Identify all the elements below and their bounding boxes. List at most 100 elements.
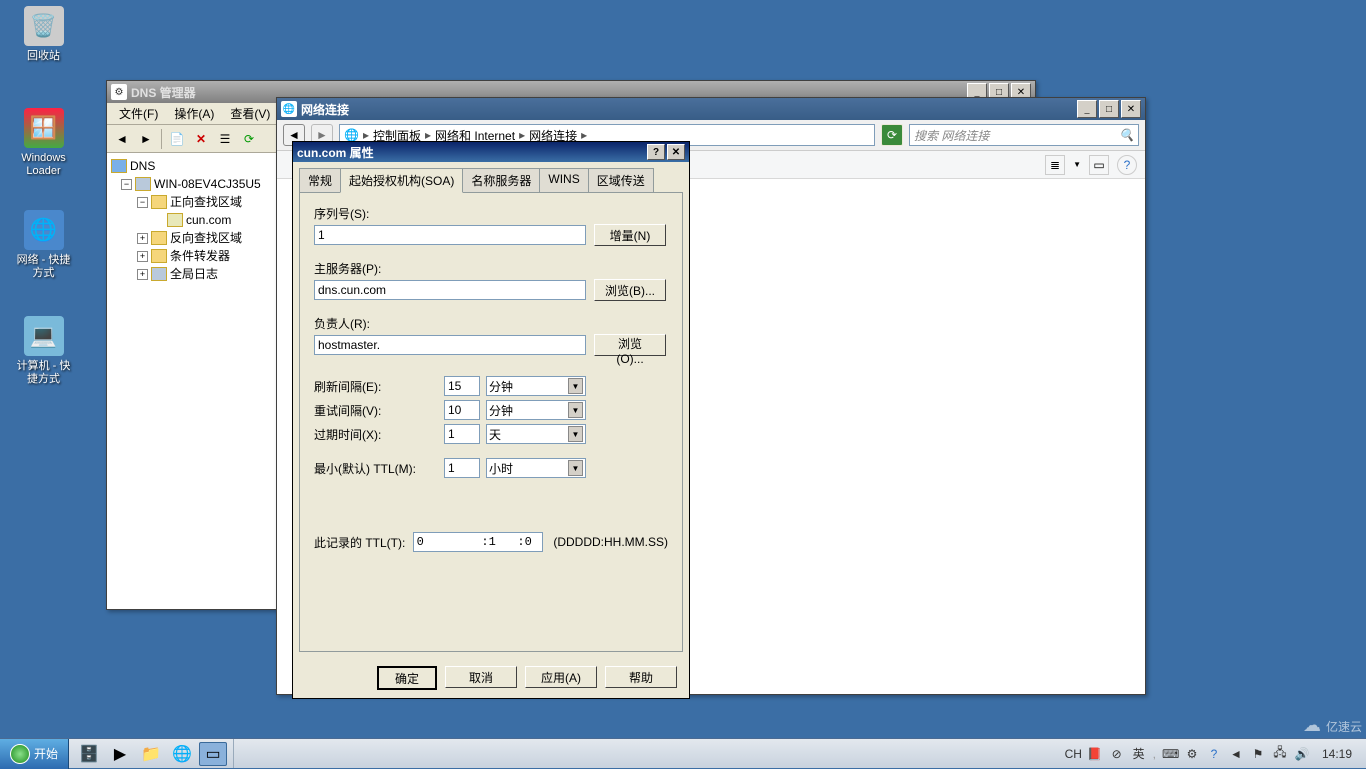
ime-indicator-icon[interactable]: 📕 [1087,747,1103,761]
tray-network-icon[interactable]: 🖧 [1272,743,1288,764]
close-button[interactable]: ✕ [667,144,685,160]
menu-view[interactable]: 查看(V) [224,103,276,124]
desktop-icon-wloader[interactable]: 🪟 Windows Loader [6,108,81,178]
ok-button[interactable]: 确定 [377,666,437,690]
close-button[interactable]: ✕ [1121,100,1141,118]
dialog-titlebar[interactable]: cun.com 属性 ? ✕ [293,142,689,162]
new-button[interactable]: 📄 [166,128,188,150]
ql-show-desktop[interactable]: ▭ [199,742,227,766]
tab-wins[interactable]: WINS [539,168,588,192]
tray-expand-icon[interactable]: ◄ [1228,747,1244,761]
cancel-button[interactable]: 取消 [445,666,517,688]
record-ttl-input[interactable] [413,532,543,552]
delete-button[interactable]: ✕ [190,128,212,150]
clock[interactable]: 14:19 [1316,747,1358,761]
tab-ns[interactable]: 名称服务器 [462,168,540,192]
folder-icon [151,231,167,245]
preview-pane-button[interactable]: ▭ [1089,155,1109,175]
apply-button[interactable]: 应用(A) [525,666,597,688]
help-button[interactable]: ? [647,144,665,160]
serial-label: 序列号(S): [314,205,668,222]
refresh-button[interactable]: ⟳ [881,124,903,146]
folder-icon [151,249,167,263]
minttl-label: 最小(默认) TTL(M): [314,460,444,477]
dialog-title: cun.com 属性 [297,144,374,161]
menu-action[interactable]: 操作(A) [168,103,220,124]
dialog-footer: 确定 取消 应用(A) 帮助 [293,658,689,698]
ime-softkbd-icon[interactable]: ⌨ [1162,747,1178,761]
net-titlebar[interactable]: 🌐 网络连接 _ □ ✕ [277,98,1145,120]
chevron-right-icon[interactable]: ▸ [581,128,587,142]
network-app-icon: 🌐 [281,101,297,117]
search-icon[interactable]: 🔍 [1119,128,1134,142]
tab-panel-soa: 序列号(S): 增量(N) 主服务器(P): 浏览(B)... 负责人(R): … [299,192,683,652]
collapse-icon[interactable]: − [137,197,148,208]
view-options-button[interactable]: ≣ [1045,155,1065,175]
desktop-icon-recycle[interactable]: 🗑️ 回收站 [6,6,81,63]
desktop-icon-network[interactable]: 🌐 网络 - 快捷 方式 [6,210,81,280]
ql-network[interactable]: 🌐 [168,742,196,766]
ime-language[interactable]: CH [1065,747,1081,761]
ime-input-mode[interactable]: 英 [1131,745,1147,762]
ime-status-icon[interactable]: ⊘ [1109,747,1125,761]
ime-help-icon[interactable]: ? [1206,747,1222,761]
refresh-button[interactable]: ⟳ [238,128,260,150]
increment-button[interactable]: 增量(N) [594,224,666,246]
primary-server-input[interactable] [314,280,586,300]
dropdown-icon[interactable]: ▼ [1073,160,1081,169]
tray-volume-icon[interactable]: 🔊 [1294,747,1310,761]
primary-label: 主服务器(P): [314,260,668,277]
responsible-label: 负责人(R): [314,315,668,332]
expand-icon[interactable]: + [137,233,148,244]
windows-icon: 🪟 [24,108,64,148]
browse-primary-button[interactable]: 浏览(B)... [594,279,666,301]
server-icon [135,177,151,191]
maximize-button[interactable]: □ [1099,100,1119,118]
refresh-label: 刷新间隔(E): [314,378,444,395]
collapse-icon[interactable]: − [121,179,132,190]
search-input[interactable]: 搜索 网络连接 🔍 [909,124,1139,146]
tray-flag-icon[interactable]: ⚑ [1250,747,1266,761]
watermark: ☁ 亿速云 [1303,715,1362,736]
icon-label: 网络 - 快捷 方式 [6,254,81,280]
back-button[interactable]: ◄ [111,128,133,150]
computer-icon: 💻 [24,316,64,356]
tab-zone-transfer[interactable]: 区域传送 [588,168,654,192]
minttl-value-input[interactable] [444,458,480,478]
expand-icon[interactable]: + [137,251,148,262]
refresh-unit-select[interactable]: 分钟▼ [486,376,586,396]
ql-server-manager[interactable]: 🗄️ [75,742,103,766]
refresh-value-input[interactable] [444,376,480,396]
desktop-icon-computer[interactable]: 💻 计算机 - 快 捷方式 [6,316,81,386]
folder-icon [151,195,167,209]
properties-dialog: cun.com 属性 ? ✕ 常规 起始授权机构(SOA) 名称服务器 WINS… [292,141,690,699]
minttl-unit-select[interactable]: 小时▼ [486,458,586,478]
responsible-input[interactable] [314,335,586,355]
help-button[interactable]: 帮助 [605,666,677,688]
forward-button[interactable]: ► [135,128,157,150]
expire-unit-select[interactable]: 天▼ [486,424,586,444]
expire-value-input[interactable] [444,424,480,444]
start-button[interactable]: 开始 [0,739,69,769]
ime-settings-icon[interactable]: ⚙ [1184,747,1200,761]
chevron-down-icon: ▼ [568,378,583,394]
help-button[interactable]: ? [1117,155,1137,175]
windows-orb-icon [10,744,30,764]
tab-soa[interactable]: 起始授权机构(SOA) [340,168,463,193]
recycle-bin-icon: 🗑️ [24,6,64,46]
expand-icon[interactable]: + [137,269,148,280]
tab-strip: 常规 起始授权机构(SOA) 名称服务器 WINS 区域传送 [293,162,689,192]
serial-input[interactable] [314,225,586,245]
menu-file[interactable]: 文件(F) [113,103,164,124]
tab-general[interactable]: 常规 [299,168,341,192]
zone-icon [167,213,183,227]
ql-powershell[interactable]: ▶ [106,742,134,766]
properties-button[interactable]: ☰ [214,128,236,150]
expire-label: 过期时间(X): [314,426,444,443]
retry-value-input[interactable] [444,400,480,420]
browse-responsible-button[interactable]: 浏览(O)... [594,334,666,356]
quick-launch: 🗄️ ▶ 📁 🌐 ▭ [69,739,234,768]
ql-explorer[interactable]: 📁 [137,742,165,766]
retry-unit-select[interactable]: 分钟▼ [486,400,586,420]
minimize-button[interactable]: _ [1077,100,1097,118]
